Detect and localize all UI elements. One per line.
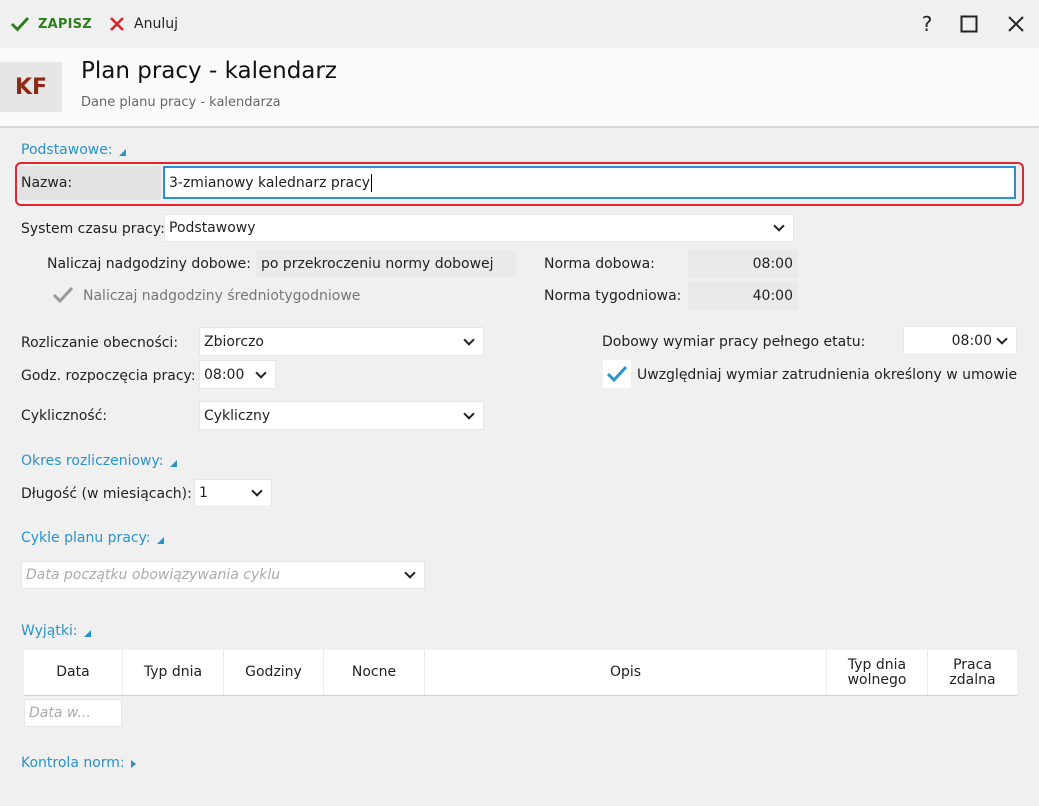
attendance-label: Rozliczanie obecności: — [21, 335, 179, 351]
help-button[interactable]: ? — [915, 12, 939, 36]
save-button-label: ZAPISZ — [38, 16, 92, 32]
module-badge: KF — [0, 62, 62, 112]
chevron-down-icon — [463, 333, 475, 346]
close-window-button[interactable] — [1004, 12, 1028, 36]
fulltime-daily-select[interactable]: 08:00 — [903, 326, 1017, 355]
avg-overtime-label: Naliczaj nadgodziny średniotygodniowe — [83, 288, 361, 304]
daily-overtime-value: po przekroczeniu normy dobowej — [261, 255, 494, 272]
start-hour-value: 08:00 — [204, 366, 245, 383]
work-time-system-label: System czasu pracy: — [21, 221, 165, 237]
column-header-hours[interactable]: Godziny — [224, 650, 324, 695]
section-period-label: Okres rozliczeniowy: — [21, 453, 164, 469]
name-input[interactable]: 3-zmianowy kalednarz pracy — [163, 166, 1016, 199]
weekly-norm-label: Norma tygodniowa: — [544, 288, 682, 304]
daily-norm-field: 08:00 — [688, 249, 798, 278]
avg-overtime-checkbox[interactable] — [51, 283, 75, 307]
page-header: KF Plan pracy - kalendarz Dane planu pra… — [0, 48, 1039, 128]
work-time-system-select[interactable]: Podstawowy — [164, 214, 794, 242]
period-length-label: Długość (w miesiącach): — [21, 486, 192, 502]
checkmark-icon — [52, 286, 74, 304]
chevron-down-icon — [773, 220, 785, 232]
column-header-night[interactable]: Nocne — [324, 650, 425, 695]
cycle-start-date-select[interactable]: Data początku obowiązywania cyklu — [21, 561, 425, 589]
include-contract-checkbox[interactable] — [603, 360, 631, 388]
check-icon — [10, 16, 30, 32]
period-length-value: 1 — [199, 485, 208, 501]
section-exceptions-toggle[interactable]: Wyjątki: — [21, 623, 91, 639]
name-label: Nazwa: — [21, 175, 73, 191]
weekly-norm-value: 40:00 — [752, 287, 793, 304]
weekly-norm-field: 40:00 — [688, 281, 798, 310]
fulltime-daily-value: 08:00 — [951, 332, 992, 349]
start-hour-label: Godz. rozpoczęcia pracy: — [21, 368, 196, 384]
period-length-select[interactable]: 1 — [194, 479, 272, 507]
chevron-down-icon — [463, 407, 475, 420]
new-exception-date-placeholder: Data w... — [29, 705, 91, 721]
section-period-toggle[interactable]: Okres rozliczeniowy: — [21, 453, 177, 469]
close-window-icon — [1008, 16, 1024, 32]
cyclic-label: Cykliczność: — [21, 408, 108, 424]
daily-norm-label: Norma dobowa: — [544, 256, 655, 272]
collapse-icon — [156, 537, 164, 544]
new-exception-date-input[interactable]: Data w... — [24, 699, 122, 727]
toolbar: ZAPISZ Anuluj ? — [0, 0, 1039, 48]
section-basic-label: Podstawowe: — [21, 142, 113, 158]
section-norms-label: Kontrola norm: — [21, 755, 125, 771]
include-contract-label: Uwzględniaj wymiar zatrudnienia określon… — [637, 367, 1018, 383]
cyclic-select[interactable]: Cykliczny — [199, 401, 484, 430]
daily-overtime-label: Naliczaj nadgodziny dobowe: — [47, 256, 252, 272]
column-header-remote-work[interactable]: Praca zdalna — [928, 650, 1017, 695]
name-input-value: 3-zmianowy kalednarz pracy — [169, 174, 371, 191]
chevron-down-icon — [404, 567, 416, 579]
section-basic-toggle[interactable]: Podstawowe: — [21, 142, 126, 158]
section-cycles-label: Cykle planu pracy: — [21, 530, 151, 546]
daily-norm-value: 08:00 — [752, 255, 793, 272]
section-norms-toggle[interactable]: Kontrola norm: — [21, 755, 136, 771]
column-header-day-type[interactable]: Typ dnia — [123, 650, 224, 695]
collapse-icon — [118, 149, 126, 156]
save-button[interactable]: ZAPISZ — [10, 12, 92, 36]
maximize-icon — [960, 15, 978, 33]
help-icon: ? — [921, 12, 933, 36]
checkmark-icon — [606, 365, 628, 383]
chevron-down-icon — [255, 366, 267, 379]
cyclic-value: Cykliczny — [204, 407, 271, 424]
cancel-button-label: Anuluj — [134, 16, 178, 32]
page-title: Plan pracy - kalendarz — [81, 58, 337, 84]
attendance-value: Zbiorczo — [204, 333, 264, 350]
collapse-icon — [169, 460, 177, 467]
chevron-down-icon — [251, 485, 263, 497]
start-hour-select[interactable]: 08:00 — [199, 360, 276, 389]
page-subtitle: Dane planu pracy - kalendarza — [81, 95, 281, 110]
chevron-down-icon — [996, 332, 1008, 345]
maximize-button[interactable] — [957, 12, 981, 36]
column-header-description[interactable]: Opis — [425, 650, 827, 695]
cancel-button[interactable]: Anuluj — [108, 12, 178, 36]
text-caret — [371, 173, 373, 192]
section-cycles-toggle[interactable]: Cykle planu pracy: — [21, 530, 164, 546]
daily-overtime-field: po przekroczeniu normy dobowej — [256, 250, 516, 277]
column-header-day-off-type[interactable]: Typ dnia wolnego — [827, 650, 928, 695]
expand-icon — [130, 760, 136, 768]
fulltime-daily-label: Dobowy wymiar pracy pełnego etatu: — [602, 334, 866, 350]
exceptions-table-header: Data Typ dnia Godziny Nocne Opis Typ dni… — [24, 650, 1017, 696]
cycle-start-date-placeholder: Data początku obowiązywania cyklu — [26, 567, 281, 583]
close-icon — [110, 17, 124, 31]
attendance-select[interactable]: Zbiorczo — [199, 327, 484, 356]
collapse-icon — [83, 630, 91, 637]
work-time-system-value: Podstawowy — [169, 220, 256, 236]
column-header-date[interactable]: Data — [24, 650, 123, 695]
section-exceptions-label: Wyjątki: — [21, 623, 78, 639]
